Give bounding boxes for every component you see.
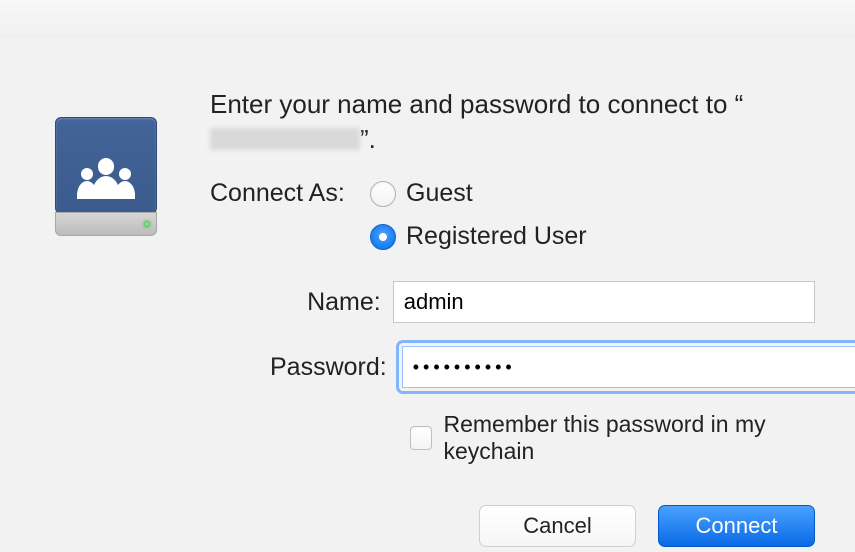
guest-radio[interactable] bbox=[370, 181, 396, 207]
remember-keychain-checkbox[interactable] bbox=[410, 426, 432, 450]
name-input[interactable] bbox=[393, 281, 815, 323]
remember-keychain-label: Remember this password in my keychain bbox=[444, 411, 816, 465]
cancel-button[interactable]: Cancel bbox=[479, 505, 636, 547]
name-label: Name: bbox=[270, 288, 381, 317]
registered-user-radio-label: Registered User bbox=[406, 222, 587, 251]
prompt-text: Enter your name and password to connect … bbox=[210, 87, 815, 157]
network-server-icon bbox=[55, 117, 160, 237]
window-chrome bbox=[0, 0, 855, 37]
prompt-suffix: ”. bbox=[360, 124, 376, 154]
registered-user-radio[interactable] bbox=[370, 224, 396, 250]
password-label: Password: bbox=[270, 353, 387, 382]
connecting-server-name-redacted bbox=[210, 128, 360, 150]
connect-to-server-dialog: Enter your name and password to connect … bbox=[0, 37, 855, 552]
password-input[interactable] bbox=[402, 346, 855, 388]
connect-button[interactable]: Connect bbox=[658, 505, 815, 547]
prompt-prefix: Enter your name and password to connect … bbox=[210, 89, 743, 119]
guest-radio-label: Guest bbox=[406, 179, 473, 208]
connect-as-label: Connect As: bbox=[210, 179, 370, 251]
